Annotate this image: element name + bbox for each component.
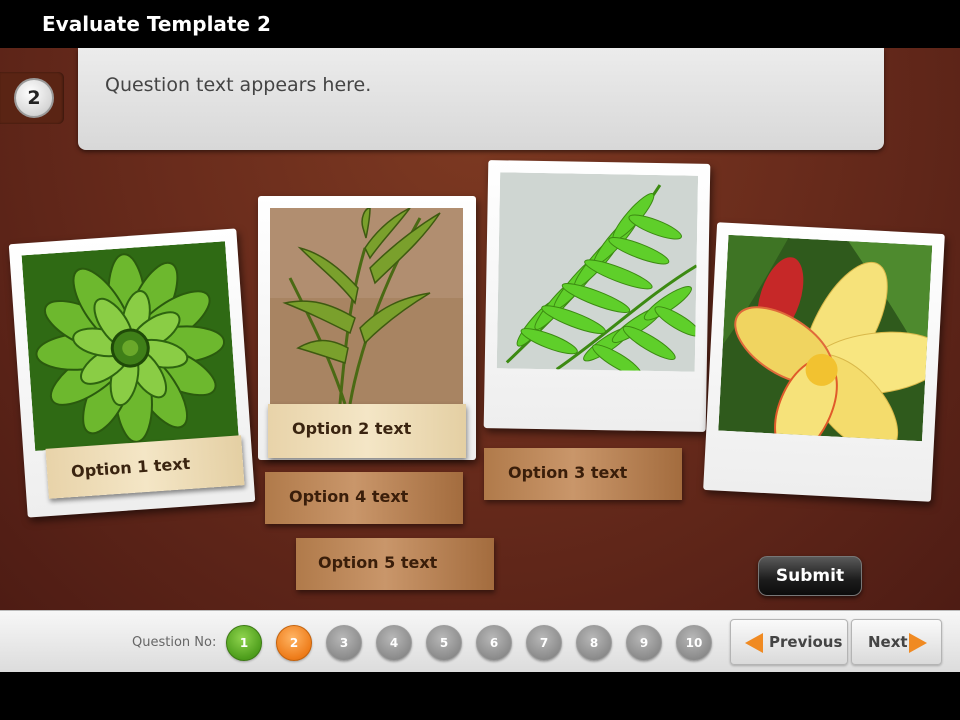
question-number-badge: 2 [14, 78, 54, 118]
bottom-letterbox [0, 672, 960, 720]
question-no-label: Question No: [132, 635, 217, 650]
previous-label: Previous [769, 633, 843, 651]
question-dot-6[interactable]: 6 [476, 625, 512, 661]
succulent-photo [21, 241, 239, 451]
option-3-label[interactable]: Option 3 text [484, 448, 682, 500]
question-dot-3[interactable]: 3 [326, 625, 362, 661]
submit-button[interactable]: Submit [758, 556, 862, 596]
option-4-label[interactable]: Option 4 text [265, 472, 463, 524]
arrow-right-icon [909, 633, 927, 653]
navigation-bar: Question No: 1 2 3 4 5 6 7 8 9 10 Previo… [0, 610, 960, 672]
question-dot-2[interactable]: 2 [276, 625, 312, 661]
question-text: Question text appears here. [105, 74, 372, 96]
question-dot-1[interactable]: 1 [226, 625, 262, 661]
palm-shoot-photo [270, 208, 463, 404]
next-button[interactable]: Next [851, 619, 942, 665]
next-label: Next [868, 633, 908, 651]
question-dot-5[interactable]: 5 [426, 625, 462, 661]
question-dot-7[interactable]: 7 [526, 625, 562, 661]
photo-card-3[interactable] [483, 160, 711, 432]
arrow-left-icon [745, 633, 763, 653]
question-dot-9[interactable]: 9 [626, 625, 662, 661]
question-dot-8[interactable]: 8 [576, 625, 612, 661]
question-panel: Question text appears here. [78, 48, 884, 150]
option-2-label[interactable]: Option 2 text [268, 404, 466, 458]
previous-button[interactable]: Previous [730, 619, 848, 665]
question-stage: 2 Question text appears here. Option 1 t… [0, 48, 960, 610]
title-bar: Evaluate Template 2 [0, 0, 960, 48]
question-dot-10[interactable]: 10 [676, 625, 712, 661]
question-number-tab: 2 [0, 72, 64, 124]
option-5-label[interactable]: Option 5 text [296, 538, 494, 590]
frangipani-flower-photo [718, 234, 933, 442]
photo-card-4[interactable] [703, 222, 945, 502]
question-dot-4[interactable]: 4 [376, 625, 412, 661]
fern-leaf-photo [496, 172, 699, 372]
window-title: Evaluate Template 2 [42, 12, 271, 36]
